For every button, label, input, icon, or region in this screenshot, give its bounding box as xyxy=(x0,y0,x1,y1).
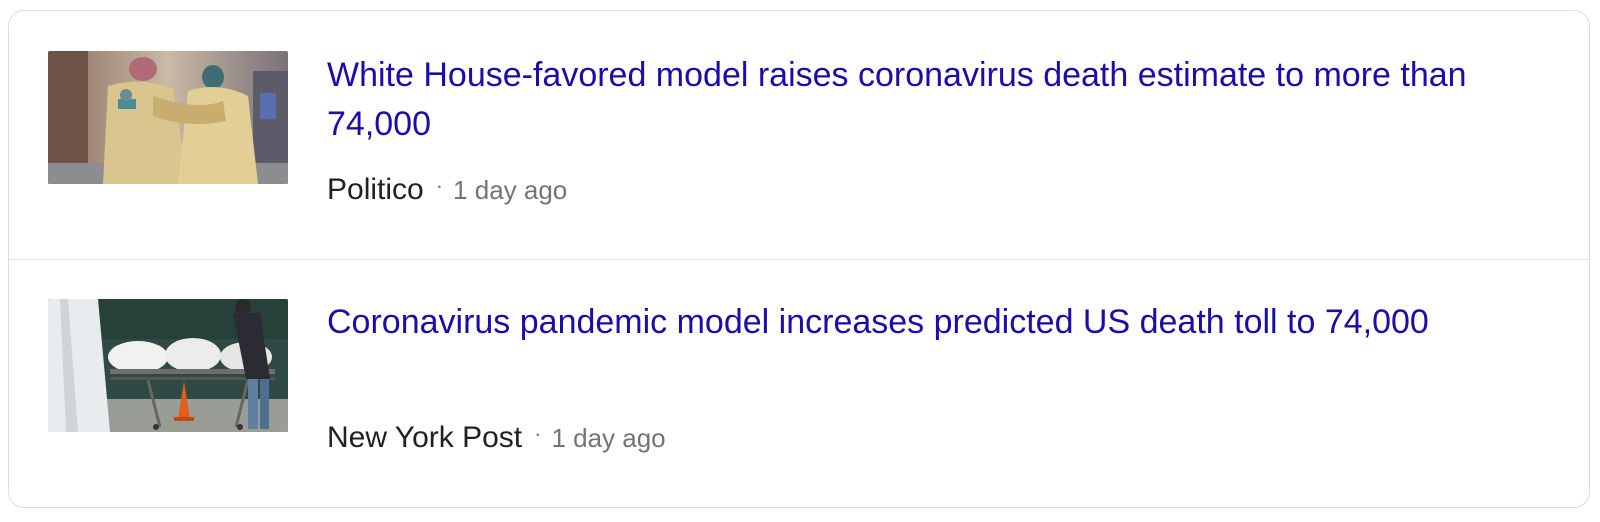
medical-workers-image xyxy=(48,51,288,184)
news-source: Politico xyxy=(327,173,424,206)
news-timestamp: 1 day ago xyxy=(453,175,568,205)
news-thumbnail-image[interactable] xyxy=(48,51,288,184)
stretcher-image xyxy=(48,299,288,432)
news-meta: New York Post · 1 day ago xyxy=(327,421,666,455)
news-thumbnail-image[interactable] xyxy=(48,299,288,432)
separator-dot: · xyxy=(534,421,542,446)
news-result-item[interactable]: White House-favored model raises coronav… xyxy=(9,11,1589,259)
news-timestamp: 1 day ago xyxy=(551,423,666,453)
news-result-item[interactable]: Coronavirus pandemic model increases pre… xyxy=(9,260,1589,507)
separator-dot: · xyxy=(435,173,444,198)
news-meta: Politico · 1 day ago xyxy=(327,173,567,207)
news-headline-link[interactable]: Coronavirus pandemic model increases pre… xyxy=(327,298,1537,347)
news-results-card: White House-favored model raises coronav… xyxy=(8,10,1590,508)
news-headline-link[interactable]: White House-favored model raises coronav… xyxy=(327,51,1537,149)
news-source: New York Post xyxy=(327,421,523,454)
